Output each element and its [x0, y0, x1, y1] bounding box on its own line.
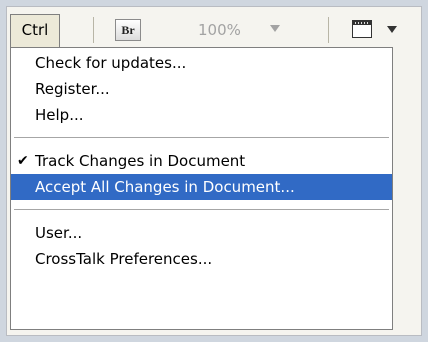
menu-separator: [14, 209, 389, 211]
toolbar-divider: [93, 17, 94, 43]
menu-item-accept-all-changes[interactable]: Accept All Changes in Document...: [11, 174, 392, 200]
bridge-button[interactable]: Br: [115, 19, 141, 41]
screen-mode-icon[interactable]: [352, 20, 372, 38]
menu-item-label: Track Changes in Document: [35, 152, 246, 170]
menu-item-user[interactable]: User...: [11, 220, 392, 246]
toolbar: Ctrl Br 100%: [10, 14, 416, 50]
menu-item-track-changes[interactable]: ✔ Track Changes in Document: [11, 148, 392, 174]
menu-item-check-for-updates[interactable]: Check for updates...: [11, 50, 392, 76]
ctrl-dropdown-menu: Check for updates... Register... Help...…: [10, 47, 393, 330]
zoom-level[interactable]: 100%: [198, 17, 241, 43]
menu-item-help[interactable]: Help...: [11, 102, 392, 128]
screen-mode-dropdown-arrow-icon[interactable]: [387, 26, 397, 33]
zoom-dropdown-arrow-icon[interactable]: [270, 25, 280, 32]
checkmark-icon: ✔: [17, 153, 29, 169]
ctrl-menu-button[interactable]: Ctrl: [10, 14, 60, 47]
menu-separator: [14, 137, 389, 139]
menu-item-crosstalk-preferences[interactable]: CrossTalk Preferences...: [11, 246, 392, 272]
menu-item-register[interactable]: Register...: [11, 76, 392, 102]
toolbar-divider: [328, 17, 329, 43]
